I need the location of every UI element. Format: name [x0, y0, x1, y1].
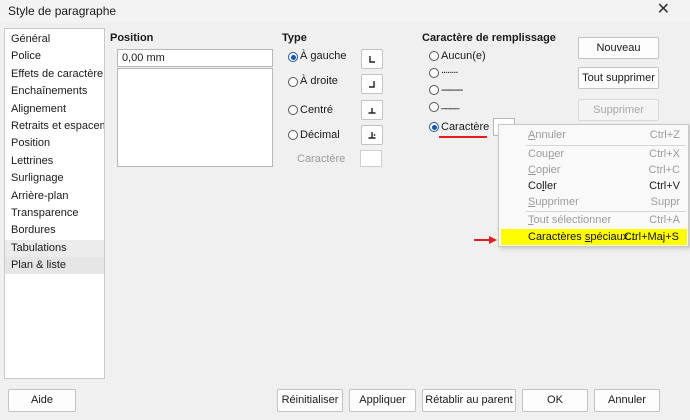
cancel-button[interactable]: Annuler: [594, 389, 660, 412]
annotation-underline: [439, 136, 487, 138]
apply-button[interactable]: Appliquer: [349, 389, 416, 412]
tab-center-icon[interactable]: [361, 100, 383, 120]
sidebar-item-general[interactable]: Général: [5, 31, 104, 48]
type-right-radio[interactable]: [288, 77, 298, 87]
type-left-radio[interactable]: [288, 52, 298, 62]
close-icon[interactable]: ✕: [657, 1, 670, 19]
position-input[interactable]: 0,00 mm: [117, 49, 273, 67]
sidebar-item-alignement[interactable]: Alignement: [5, 101, 104, 118]
fill-underscore-label[interactable]: ____: [441, 98, 460, 110]
tab-left-icon[interactable]: [361, 49, 383, 69]
window-title: Style de paragraphe: [8, 4, 117, 18]
menu-item-select-all[interactable]: Tout sélectionner Ctrl+A: [499, 212, 688, 228]
sidebar-item-position[interactable]: Position: [5, 135, 104, 152]
ok-button[interactable]: OK: [522, 389, 588, 412]
type-left-label[interactable]: À gauche: [300, 50, 346, 62]
type-center-label[interactable]: Centré: [300, 104, 333, 116]
decimal-char-label: Caractère: [297, 153, 346, 165]
fill-dots-radio[interactable]: [429, 68, 439, 78]
fill-dashes-radio[interactable]: [429, 85, 439, 95]
decimal-char-input[interactable]: [360, 150, 382, 167]
position-heading: Position: [110, 32, 154, 44]
type-decimal-radio[interactable]: [288, 130, 298, 140]
help-button[interactable]: Aide: [8, 389, 76, 412]
fill-char-radio[interactable]: [429, 122, 439, 132]
type-right-label[interactable]: À droite: [300, 75, 338, 87]
sidebar-item-retraits[interactable]: Retraits et espacement: [5, 118, 104, 135]
sidebar-item-plan-liste[interactable]: Plan & liste: [5, 257, 104, 275]
reset-button[interactable]: Réinitialiser: [277, 389, 343, 412]
delete-button[interactable]: Supprimer: [578, 99, 659, 121]
fill-none-radio[interactable]: [429, 51, 439, 61]
type-center-radio[interactable]: [288, 105, 298, 115]
sidebar-item-tabulations[interactable]: Tabulations: [5, 239, 104, 258]
fill-none-label[interactable]: Aucun(e): [441, 50, 486, 62]
annotation-arrow-icon: [474, 236, 497, 244]
reset-to-parent-button[interactable]: Rétablir au parent: [422, 389, 516, 412]
fill-heading: Caractère de remplissage: [422, 32, 556, 44]
menu-item-couper[interactable]: Couper Ctrl+X: [499, 146, 688, 162]
type-decimal-label[interactable]: Décimal: [300, 129, 340, 141]
sidebar-item-police[interactable]: Police: [5, 48, 104, 65]
sidebar-item-arriere-plan[interactable]: Arrière-plan: [5, 188, 104, 205]
sidebar-item-transparence[interactable]: Transparence: [5, 205, 104, 222]
menu-item-coller[interactable]: Coller Ctrl+V: [499, 178, 688, 194]
fill-underscore-radio[interactable]: [429, 102, 439, 112]
fill-dashes-label[interactable]: --------: [441, 84, 463, 96]
tab-right-icon[interactable]: [361, 74, 383, 94]
sidebar-item-enchainements[interactable]: Enchaînements: [5, 83, 104, 100]
type-heading: Type: [282, 32, 307, 44]
sidebar-item-lettrines[interactable]: Lettrines: [5, 153, 104, 170]
tab-decimal-icon[interactable]: [361, 125, 383, 145]
context-menu[interactable]: Annuler Ctrl+Z Couper Ctrl+X Copier Ctrl+C …: [498, 124, 689, 247]
delete-all-button[interactable]: Tout supprimer: [578, 67, 659, 89]
menu-item-supprimer[interactable]: Supprimer Suppr: [499, 194, 688, 210]
new-button[interactable]: Nouveau: [578, 37, 659, 59]
menu-item-annuler[interactable]: Annuler Ctrl+Z: [499, 127, 688, 143]
tab-positions-list[interactable]: [117, 68, 273, 167]
sidebar-item-surlignage[interactable]: Surlignage: [5, 170, 104, 187]
fill-dots-label[interactable]: ........: [441, 64, 458, 76]
menu-item-special-chars[interactable]: Caractères spéciaux... Ctrl+Maj+S: [501, 229, 687, 245]
sidebar-item-bordures[interactable]: Bordures: [5, 222, 104, 239]
sidebar-item-effets[interactable]: Effets de caractère: [5, 66, 104, 83]
category-list[interactable]: Général Police Effets de caractère Encha…: [4, 28, 105, 379]
fill-char-label[interactable]: Caractère: [441, 121, 489, 133]
menu-item-copier[interactable]: Copier Ctrl+C: [499, 162, 688, 178]
title-bar: Style de paragraphe ✕: [0, 0, 690, 22]
